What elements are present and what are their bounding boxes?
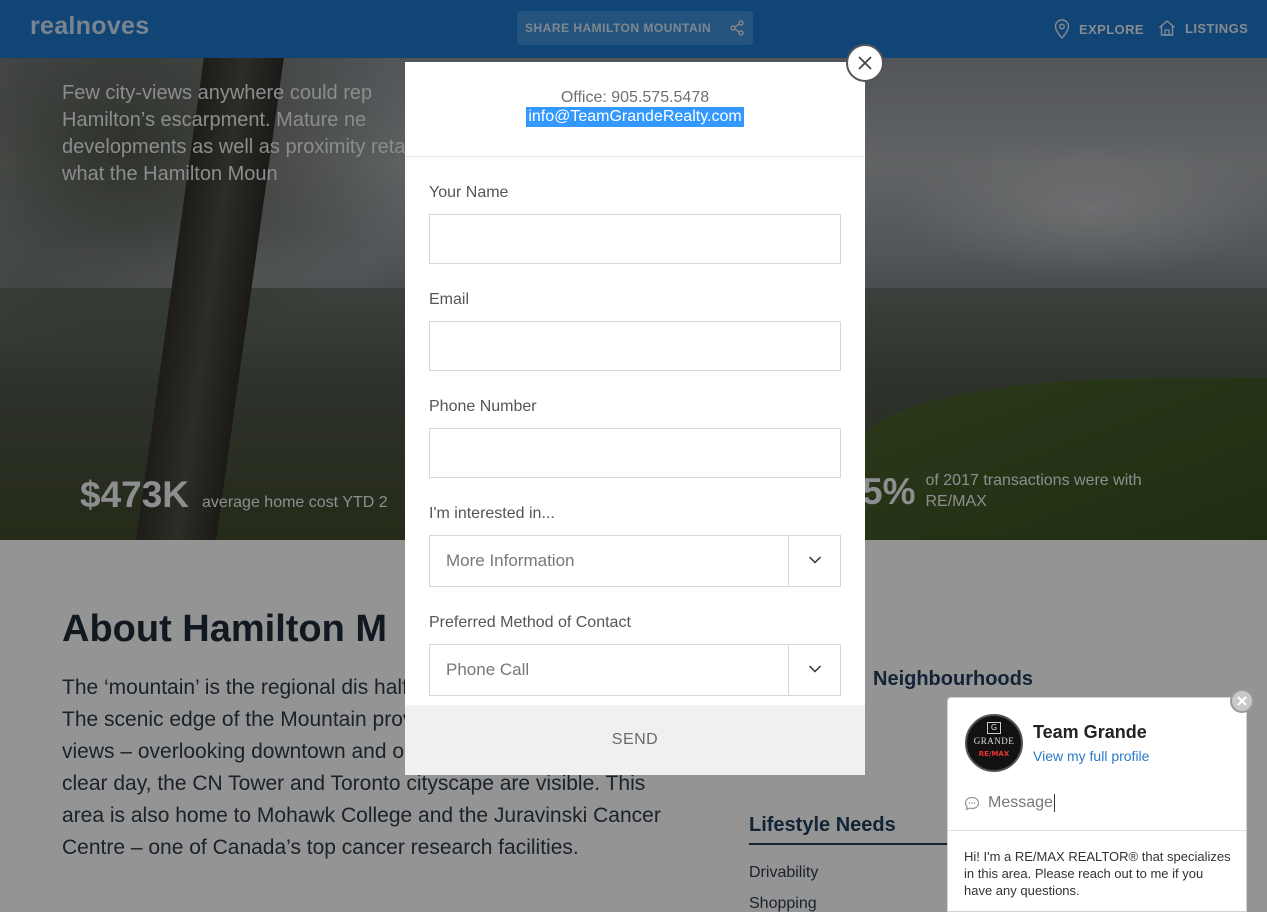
- name-input[interactable]: [429, 214, 841, 264]
- email-input[interactable]: [429, 321, 841, 371]
- contact-method-select[interactable]: Phone Call: [429, 644, 841, 696]
- contact-method-label: Preferred Method of Contact: [429, 614, 631, 631]
- chat-divider: [948, 830, 1246, 831]
- chat-close-button[interactable]: [1230, 689, 1254, 713]
- chat-bubble-icon: [964, 796, 980, 811]
- contact-method-value: Phone Call: [446, 660, 530, 679]
- avatar[interactable]: G GRANDE RE/MAX: [965, 714, 1023, 772]
- modal-close-button[interactable]: [846, 44, 884, 82]
- email-link[interactable]: info@TeamGrandeRealty.com: [526, 107, 744, 127]
- interest-label: I'm interested in...: [429, 505, 555, 522]
- avatar-badge: RE/MAX: [978, 750, 1010, 758]
- chevron-down-icon: [808, 665, 822, 673]
- close-icon: [858, 56, 872, 70]
- contact-modal: Office: 905.575.5478 info@TeamGrandeReal…: [405, 62, 865, 775]
- phone-label: Phone Number: [429, 398, 537, 415]
- phone-input[interactable]: [429, 428, 841, 478]
- view-profile-link[interactable]: View my full profile: [1033, 748, 1149, 764]
- send-button[interactable]: SEND: [405, 705, 865, 775]
- interest-select[interactable]: More Information: [429, 535, 841, 587]
- avatar-text: GRANDE: [973, 736, 1015, 746]
- message-placeholder: Message: [988, 794, 1055, 812]
- email-label: Email: [429, 291, 470, 308]
- chat-intro-message: Hi! I'm a RE/MAX REALTOR® that specializ…: [964, 849, 1231, 898]
- office-phone: Office: 905.575.5478: [560, 89, 710, 106]
- contact-form: Your Name Email Phone Number I'm interes…: [405, 184, 865, 696]
- agent-name: Team Grande: [1033, 722, 1147, 742]
- interest-select-value: More Information: [446, 551, 575, 570]
- select-divider: [788, 536, 789, 586]
- select-divider: [788, 645, 789, 695]
- name-label: Your Name: [429, 184, 509, 201]
- message-input[interactable]: Message: [964, 794, 1055, 812]
- close-icon: [1237, 696, 1247, 706]
- modal-header: Office: 905.575.5478 info@TeamGrandeReal…: [405, 62, 865, 157]
- chevron-down-icon: [808, 556, 822, 564]
- avatar-logo-mark: G: [987, 722, 1001, 734]
- agent-chat-widget: G GRANDE RE/MAX Team Grande View my full…: [947, 697, 1247, 912]
